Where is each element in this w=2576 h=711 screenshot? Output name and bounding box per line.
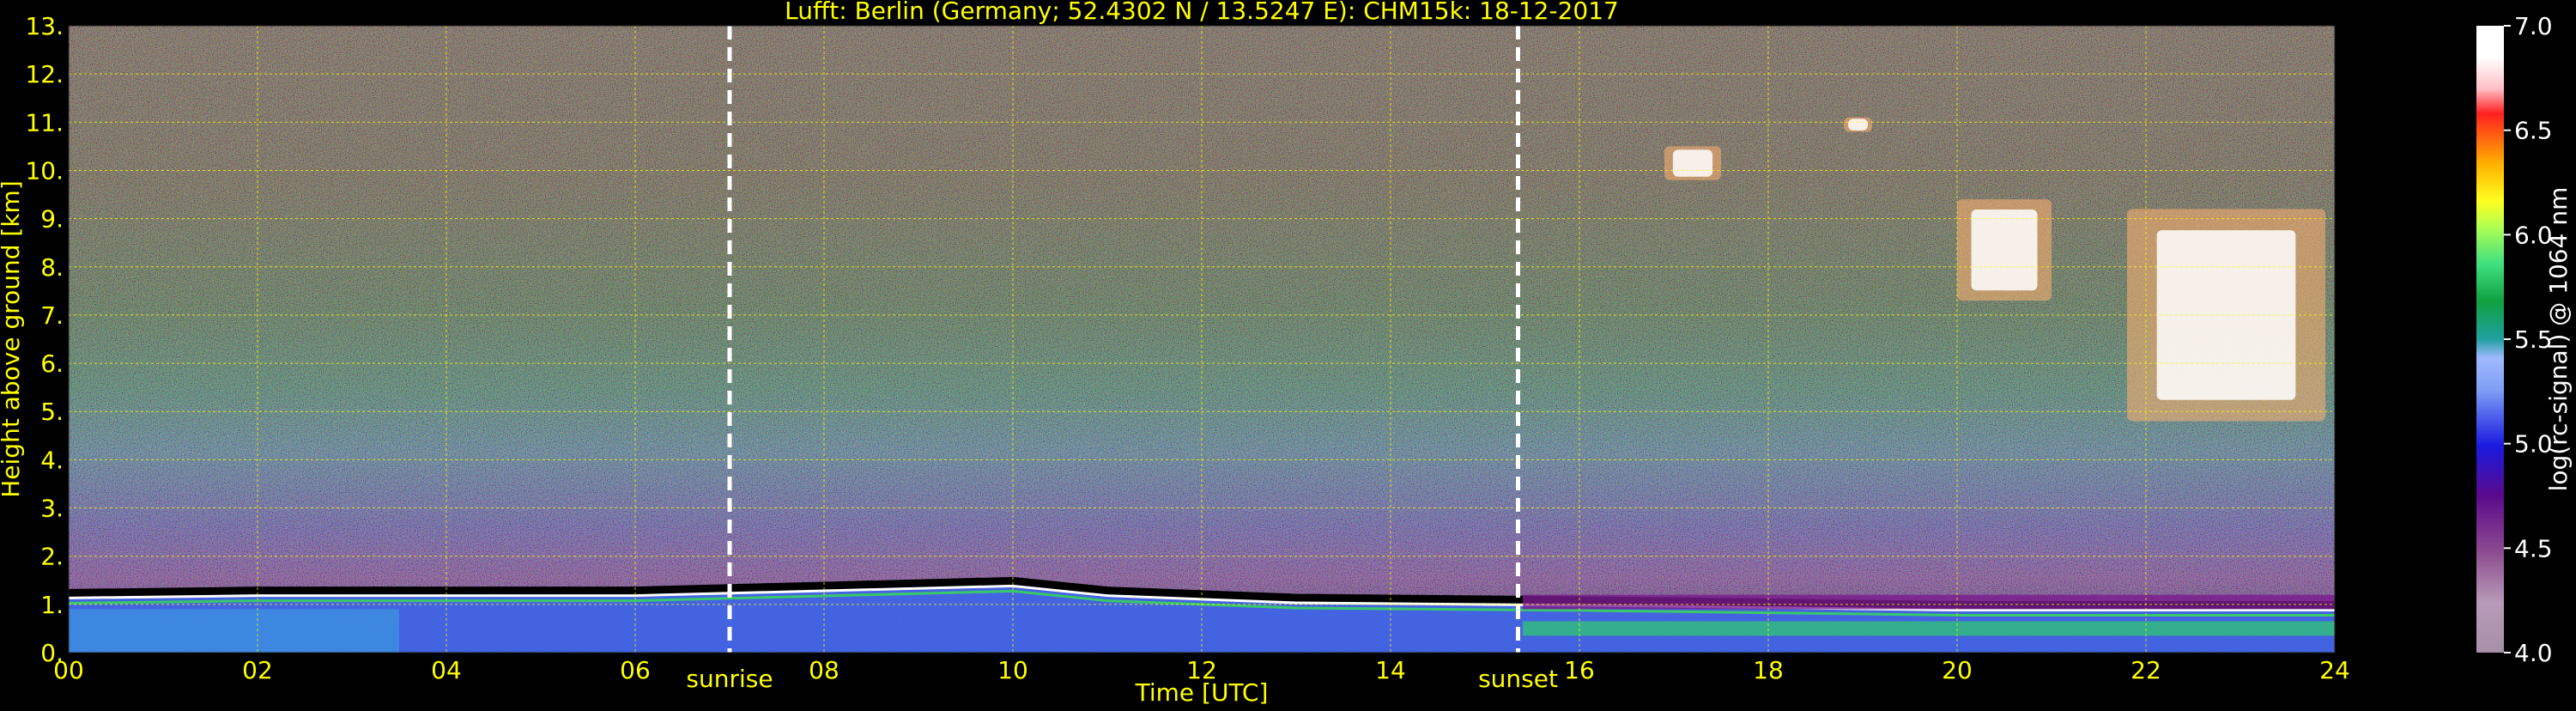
colorbar-tick-label: 7.0 <box>2514 12 2553 40</box>
y-tick-label: 3. <box>40 495 64 523</box>
y-axis-label: Height above ground [km] <box>0 180 25 498</box>
colorbar-tick-label: 4.0 <box>2514 639 2553 667</box>
chart-title: Lufft: Berlin (Germany; 52.4302 N / 13.5… <box>785 0 1619 25</box>
x-tick-label: 18 <box>1753 656 1784 684</box>
colorbar-tick-label: 4.5 <box>2514 534 2553 562</box>
colorbar <box>2476 26 2504 653</box>
near-ground-layer-evening <box>1523 621 2335 636</box>
x-tick-label: 08 <box>809 656 839 684</box>
y-tick-label: 1. <box>40 591 64 619</box>
y-axis-ticks: 0. 1. 2. 3. 4. 5. 6. 7. 8. 9. 10. 11. 12. 13. <box>25 12 64 667</box>
y-tick-label: 10. <box>25 156 64 185</box>
event-label-sunrise: sunrise <box>686 665 773 693</box>
colorbar-label: log(rc-signal) @ 1064 nm <box>2544 187 2573 492</box>
cloud-core <box>1672 149 1713 177</box>
y-tick-label: 12. <box>25 60 64 88</box>
y-tick-label: 2. <box>40 543 64 571</box>
y-tick-label: 7. <box>40 301 64 330</box>
x-axis-label: Time [UTC] <box>1135 678 1269 707</box>
x-tick-label: 14 <box>1375 656 1406 684</box>
cloud-core <box>1847 118 1869 131</box>
y-tick-label: 5. <box>40 398 64 426</box>
x-tick-label: 02 <box>242 656 273 684</box>
near-ground-layer-morning <box>69 609 399 653</box>
y-tick-label: 4. <box>40 446 64 474</box>
ceilometer-figure: sunrise sunset 00 02 04 06 08 10 12 14 16 18 20 22 24… <box>0 0 2576 708</box>
x-tick-label: 16 <box>1564 656 1595 684</box>
x-tick-label: 06 <box>620 656 651 684</box>
cloud-core <box>1971 209 2038 291</box>
event-label-sunset: sunset <box>1478 665 1558 693</box>
x-tick-label: 04 <box>431 656 462 684</box>
y-tick-label: 8. <box>40 253 64 282</box>
y-tick-label: 0. <box>40 639 64 667</box>
x-tick-label: 24 <box>2319 656 2350 684</box>
y-tick-label: 11. <box>25 108 64 137</box>
x-tick-label: 10 <box>997 656 1028 684</box>
chart-svg: sunrise sunset 00 02 04 06 08 10 12 14 16 18 20 22 24… <box>0 0 2573 707</box>
y-tick-label: 13. <box>25 12 64 40</box>
y-tick-label: 9. <box>40 205 64 234</box>
y-tick-label: 6. <box>40 349 64 378</box>
residual-layer-evening <box>1523 594 2335 610</box>
x-tick-label: 20 <box>1942 656 1973 684</box>
colorbar-tick-label: 6.5 <box>2514 117 2553 145</box>
x-tick-label: 22 <box>2131 656 2161 684</box>
